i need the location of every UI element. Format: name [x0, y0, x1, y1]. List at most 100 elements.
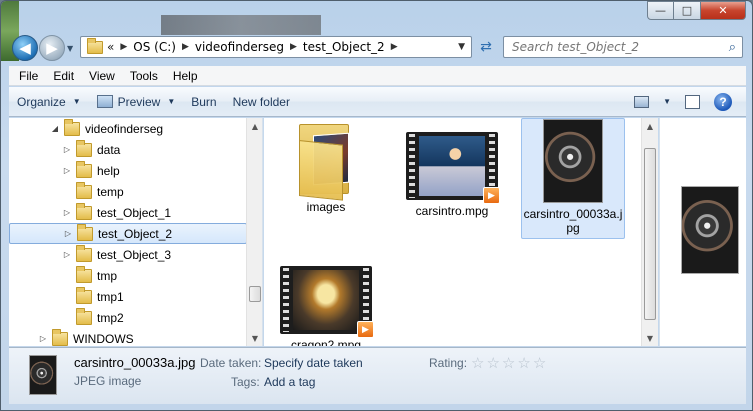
expand-arrow-icon[interactable]: ▷ — [62, 229, 74, 238]
preview-button[interactable]: Preview ▼ — [89, 90, 184, 114]
tree-item[interactable]: ▷ test_Object_2 — [9, 223, 247, 244]
recent-pages-dropdown[interactable]: ▼ — [67, 44, 73, 53]
menu-help[interactable]: Help — [173, 69, 198, 83]
address-bar[interactable]: « ▶ OS (C:) ▶ videofinderseg ▶ test_Obje… — [80, 36, 472, 58]
file-item-cragon2-mpg[interactable]: ▶ cragon2.mpg — [274, 266, 378, 346]
help-icon[interactable]: ? — [714, 92, 732, 111]
menu-edit[interactable]: Edit — [53, 69, 74, 83]
view-options-dropdown-icon[interactable]: ▼ — [663, 97, 671, 106]
expand-arrow-icon[interactable]: ▷ — [61, 166, 73, 175]
folder-icon — [76, 307, 92, 325]
folder-icon — [87, 37, 103, 54]
folder-icon — [76, 181, 92, 199]
file-name: images — [306, 200, 346, 214]
caption-buttons: — □ ✕ — [647, 1, 746, 20]
tree-item-label: test_Object_1 — [97, 205, 172, 220]
expand-arrow-icon[interactable]: ▷ — [37, 334, 49, 343]
file-item-carsintro-mpg[interactable]: ▶ carsintro.mpg — [400, 132, 504, 218]
organize-label: Organize — [17, 94, 66, 109]
tree-item-label: videofinderseg — [85, 121, 164, 136]
breadcrumb-separator-icon[interactable]: ▶ — [290, 42, 297, 52]
tree-item[interactable]: tmp1 — [9, 286, 247, 307]
scroll-thumb[interactable] — [249, 286, 261, 302]
file-list-scrollbar[interactable]: ▲ ▼ — [641, 118, 658, 346]
forward-button[interactable]: ▶ — [39, 35, 65, 61]
tree-item[interactable]: tmp2 — [9, 307, 247, 328]
folder-icon — [76, 139, 92, 157]
scroll-down-icon[interactable]: ▼ — [247, 330, 262, 346]
file-list: images ▶ carsintro.mpg carsintro_00033a.… — [264, 118, 658, 346]
file-item-images[interactable]: images — [274, 118, 378, 214]
breadcrumb-drive[interactable]: OS (C:) — [133, 40, 176, 54]
breadcrumb-overflow[interactable]: « — [107, 40, 114, 54]
preview-image — [681, 186, 739, 274]
folder-icon — [77, 223, 93, 241]
preview-pane — [659, 118, 746, 346]
scroll-up-icon[interactable]: ▲ — [642, 118, 658, 134]
tags-field[interactable]: Add a tag — [264, 375, 315, 389]
folder-thumbnail-icon — [295, 118, 357, 201]
rating-label: Rating: — [429, 356, 468, 370]
expand-arrow-icon[interactable]: ▷ — [61, 208, 73, 217]
tree-item[interactable]: ▷ help — [9, 160, 247, 181]
breadcrumb-videofinderseg[interactable]: videofinderseg — [195, 40, 284, 54]
breadcrumb-separator-icon[interactable]: ▶ — [182, 42, 189, 52]
tree-item[interactable]: ▷ WINDOWS — [9, 328, 247, 346]
expanded-arrow-icon[interactable]: ◢ — [49, 124, 61, 133]
scroll-thumb[interactable] — [644, 148, 656, 320]
folder-icon — [76, 244, 92, 262]
date-taken-field[interactable]: Specify date taken — [264, 356, 363, 370]
tree-item[interactable]: tmp — [9, 265, 247, 286]
breadcrumb-test-object-2[interactable]: test_Object_2 — [303, 40, 385, 54]
expand-arrow-icon[interactable]: ▷ — [61, 145, 73, 154]
close-button[interactable]: ✕ — [701, 1, 746, 20]
minimize-button[interactable]: — — [647, 1, 674, 20]
chevron-down-icon: ▼ — [72, 97, 81, 106]
address-dropdown-icon[interactable]: ▼ — [458, 42, 465, 52]
image-thumbnail-icon — [543, 119, 603, 203]
breadcrumb-separator-icon[interactable]: ▶ — [391, 42, 398, 52]
back-button[interactable]: ◀ — [12, 35, 38, 61]
star-icon[interactable]: ☆ — [471, 354, 484, 372]
rating-stars[interactable]: ☆ ☆ ☆ ☆ ☆ — [471, 354, 546, 372]
file-name: carsintro_00033a.jpg — [523, 207, 623, 235]
search-box[interactable]: ⌕ — [503, 36, 743, 58]
menu-tools[interactable]: Tools — [130, 69, 158, 83]
burn-button[interactable]: Burn — [183, 90, 224, 114]
tree-item[interactable]: ▷ test_Object_3 — [9, 244, 247, 265]
tree-item[interactable]: temp — [9, 181, 247, 202]
tree-item-label: help — [97, 163, 120, 178]
maximize-button[interactable]: □ — [674, 1, 701, 20]
organize-button[interactable]: Organize ▼ — [9, 90, 89, 114]
tree-item[interactable]: ◢ videofinderseg — [9, 118, 247, 139]
change-view-icon[interactable] — [634, 95, 650, 108]
scroll-up-icon[interactable]: ▲ — [247, 118, 262, 134]
preview-pane-icon[interactable] — [685, 94, 700, 109]
tree-scrollbar[interactable]: ▲ ▼ — [246, 118, 262, 346]
new-folder-button[interactable]: New folder — [225, 90, 298, 114]
star-icon[interactable]: ☆ — [517, 354, 530, 372]
preview-label: Preview — [117, 94, 161, 109]
background-window — [161, 15, 321, 35]
star-icon[interactable]: ☆ — [502, 354, 515, 372]
menu-file[interactable]: File — [19, 69, 38, 83]
scroll-down-icon[interactable]: ▼ — [642, 330, 658, 346]
play-icon: ▶ — [483, 187, 500, 204]
tree-item-label: tmp2 — [97, 310, 124, 325]
details-pane: carsintro_00033a.jpg JPEG image Date tak… — [9, 347, 746, 404]
tree-item[interactable]: ▷ test_Object_1 — [9, 202, 247, 223]
star-icon[interactable]: ☆ — [486, 354, 499, 372]
folder-icon — [76, 265, 92, 283]
search-input[interactable] — [504, 40, 714, 54]
tree-item[interactable]: ▷ data — [9, 139, 247, 160]
refresh-icon: ⇄ — [480, 39, 492, 55]
video-thumbnail-icon: ▶ — [280, 266, 374, 338]
star-icon[interactable]: ☆ — [533, 354, 546, 372]
tree-item-label: tmp1 — [97, 289, 124, 304]
menu-view[interactable]: View — [89, 69, 115, 83]
file-item-carsintro-00033a-jpg[interactable]: carsintro_00033a.jpg — [521, 118, 625, 239]
refresh-button[interactable]: ⇄ — [474, 36, 498, 58]
expand-arrow-icon[interactable]: ▷ — [61, 250, 73, 259]
breadcrumb-separator-icon[interactable]: ▶ — [120, 42, 127, 52]
magnifier-icon[interactable]: ⌕ — [729, 40, 736, 55]
